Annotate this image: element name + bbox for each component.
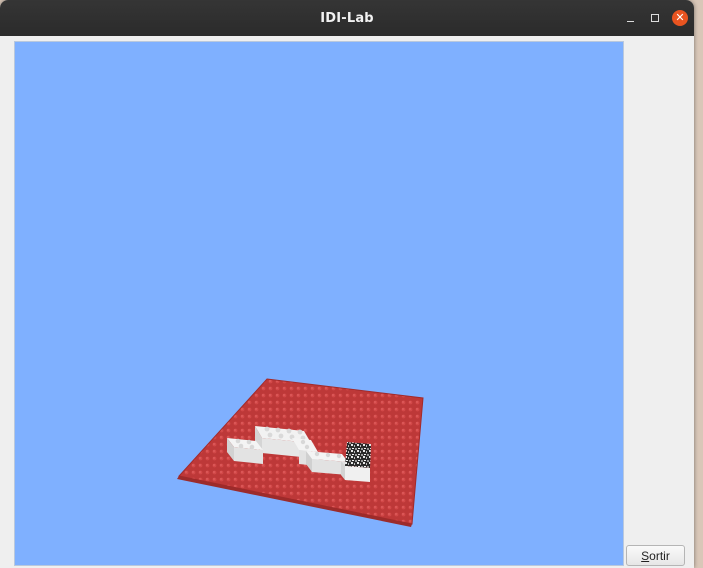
app-window: IDI-Lab ✕ S ortir: [0, 0, 694, 568]
maximize-button[interactable]: [647, 10, 663, 26]
opengl-viewport[interactable]: [14, 41, 624, 566]
title-bar[interactable]: IDI-Lab ✕: [0, 0, 694, 36]
sortir-button[interactable]: Sortir: [626, 545, 685, 566]
minimize-icon: [626, 20, 634, 22]
maximize-icon: [651, 14, 659, 22]
close-icon: ✕: [675, 11, 685, 24]
minimize-button[interactable]: [622, 10, 638, 26]
lego-scene: [177, 378, 424, 527]
sortir-label: ortir: [649, 548, 670, 563]
sortir-mnemonic: S: [641, 548, 650, 563]
window-title: IDI-Lab: [320, 10, 374, 26]
close-button[interactable]: ✕: [672, 10, 688, 26]
